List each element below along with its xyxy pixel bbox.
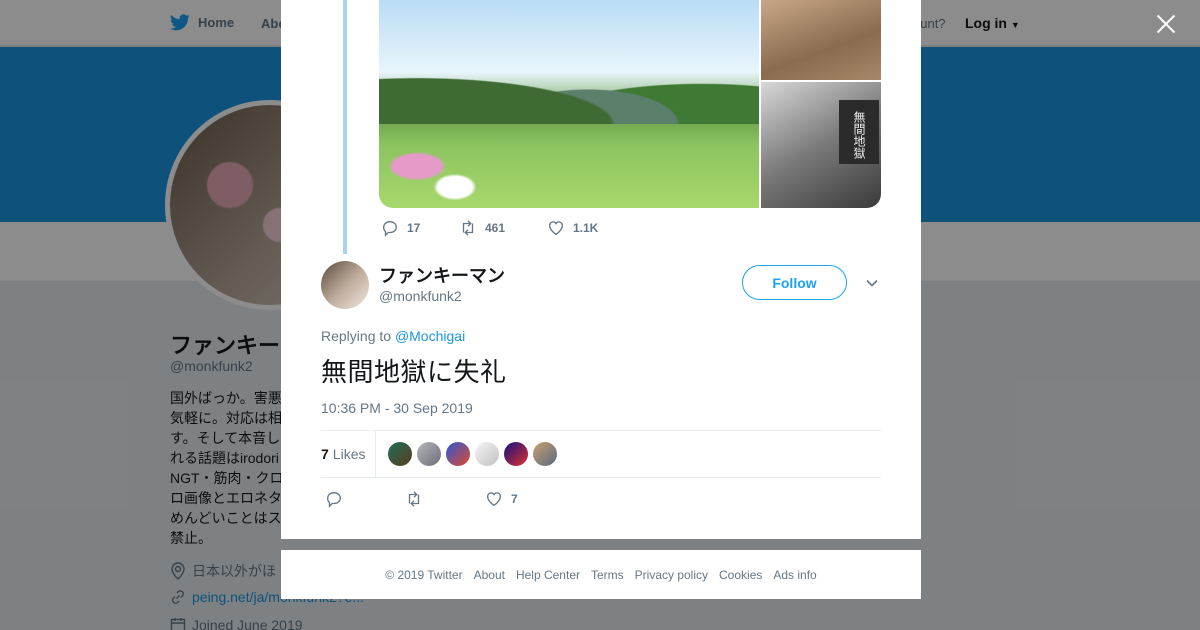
author-name[interactable]: ファンキーマン xyxy=(379,262,505,288)
heart-icon xyxy=(487,492,501,507)
tweet-timestamp[interactable]: 10:36 PM - 30 Sep 2019 xyxy=(321,400,473,416)
retweet-icon xyxy=(408,491,420,507)
photo-hills xyxy=(379,44,759,124)
liker-avatar[interactable] xyxy=(388,442,413,466)
footer-link[interactable]: Help Center xyxy=(516,568,580,582)
like-button[interactable]: 7 xyxy=(485,490,518,508)
media-grid: 無間地獄 xyxy=(379,0,881,208)
author-handle[interactable]: @monkfunk2 xyxy=(379,288,462,304)
replying-to-link[interactable]: @Mochigai xyxy=(395,328,465,344)
tweet-stats: 7 Likes xyxy=(321,430,881,478)
media-photo-desert[interactable] xyxy=(761,0,881,80)
like-action-count: 7 xyxy=(511,492,518,506)
retweet-button[interactable]: 461 xyxy=(459,219,547,237)
close-icon[interactable] xyxy=(1155,13,1177,35)
modal-footer: © 2019 Twitter About Help Center Terms Priva… xyxy=(281,550,921,599)
media-side-column: 無間地獄 xyxy=(761,0,881,208)
liker-avatar[interactable] xyxy=(417,442,442,466)
author-avatar[interactable] xyxy=(321,261,369,309)
retweet-icon xyxy=(462,220,474,236)
media-photo-rocks[interactable]: 無間地獄 xyxy=(761,82,881,208)
liker-avatar[interactable] xyxy=(446,442,471,466)
follow-button[interactable]: Follow xyxy=(742,265,847,300)
replying-prefix: Replying to xyxy=(321,328,392,344)
tweet-text: 無間地獄に失礼 xyxy=(321,358,507,388)
liker-avatar[interactable] xyxy=(533,442,558,466)
liker-avatar[interactable] xyxy=(475,442,500,466)
footer-link[interactable]: Ads info xyxy=(773,568,816,582)
reply-button[interactable] xyxy=(325,490,405,508)
like-count: 1.1K xyxy=(573,221,599,235)
likes-stat[interactable]: 7 Likes xyxy=(321,431,377,477)
tweet-actions: 7 xyxy=(325,490,518,508)
liker-avatar[interactable] xyxy=(504,442,529,466)
like-button[interactable]: 1.1K xyxy=(547,219,598,237)
reply-button[interactable]: 17 xyxy=(381,219,459,237)
likes-label: Likes xyxy=(332,446,366,462)
likers-avatars xyxy=(388,442,558,466)
prev-tweet-actions: 17 461 1.1K xyxy=(381,219,598,237)
reply-icon xyxy=(327,492,341,508)
likes-count: 7 xyxy=(321,446,329,462)
footer-link[interactable]: About xyxy=(474,568,505,582)
footer-link[interactable]: Terms xyxy=(591,568,624,582)
media-photo-meadow[interactable] xyxy=(379,0,759,208)
reply-count: 17 xyxy=(407,221,421,235)
replying-to: Replying to @Mochigai xyxy=(321,328,465,344)
tweet-modal: 無間地獄 17 461 1.1K ファンキーマン @monkfunk2 Foll… xyxy=(281,0,921,539)
reply-icon xyxy=(383,221,397,237)
thread-connector xyxy=(343,0,347,254)
retweet-button[interactable] xyxy=(405,490,485,508)
chevron-down-icon[interactable] xyxy=(865,276,879,290)
sign-post: 無間地獄 xyxy=(839,100,879,164)
footer-copyright: © 2019 Twitter xyxy=(385,567,463,582)
footer-link[interactable]: Privacy policy xyxy=(635,568,708,582)
retweet-count: 461 xyxy=(485,221,506,235)
heart-icon xyxy=(549,221,563,236)
footer-link[interactable]: Cookies xyxy=(719,568,762,582)
